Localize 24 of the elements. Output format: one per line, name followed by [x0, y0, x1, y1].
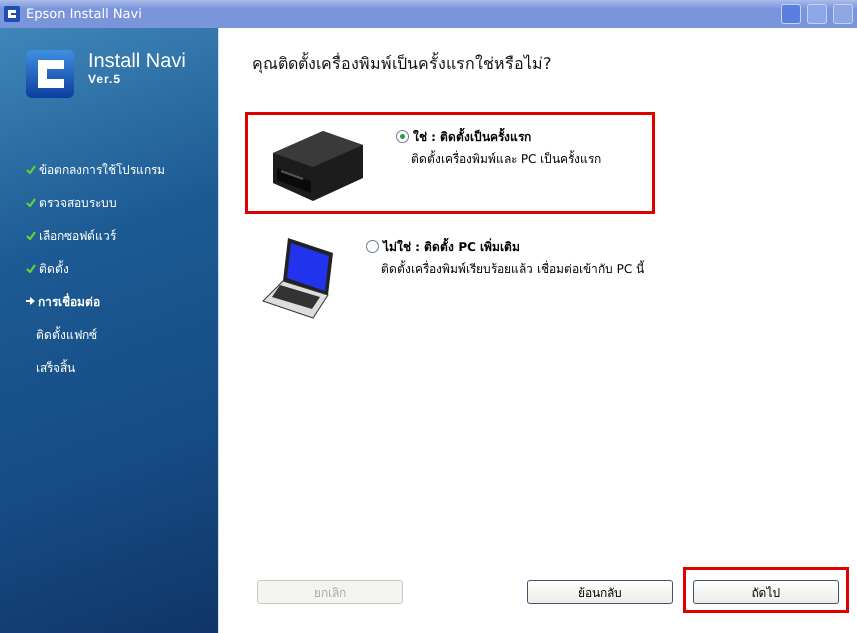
app-name: Install Navi	[88, 50, 186, 72]
dialog-button[interactable]: ย้อนกลับ	[527, 580, 673, 604]
step-label: ติดตั้ง	[39, 259, 69, 278]
step-label: ข้อตกลงการใช้โปรแกรม	[39, 162, 165, 178]
step-label: เลือกซอฟต์แวร์	[39, 228, 116, 244]
option-description: ติดตั้งเครื่องพิมพ์เรียบร้อยแล้ว เชื่อมต่อเข้ากับ PC นี้	[381, 259, 644, 278]
step-label: เสร็จสิ้น	[36, 358, 75, 376]
question-heading: คุณติดตั้งเครื่องพิมพ์เป็นครั้งแรกใช่หรือไม่?	[252, 51, 552, 76]
maximize-button[interactable]	[807, 4, 827, 24]
radio-button[interactable]	[366, 240, 379, 253]
radio-button[interactable]	[396, 130, 409, 143]
app-logo-icon	[26, 50, 74, 98]
option-title[interactable]: ใช่ : ติดตั้งเป็นครั้งแรก	[413, 127, 532, 146]
option-title[interactable]: ไม่ใช่ : ติดตั้ง PC เพิ่มเติม	[383, 237, 520, 256]
dialog-button[interactable]: ถัดไป	[693, 580, 839, 604]
version-label: Ver.5	[88, 72, 122, 86]
option-description: ติดตั้งเครื่องพิมพ์และ PC เป็นครั้งแรก	[411, 149, 602, 168]
step-label: ติดตั้งแฟกซ์	[36, 325, 97, 344]
minimize-button[interactable]	[781, 4, 801, 24]
step-label: ตรวจสอบระบบ	[39, 194, 117, 212]
close-button[interactable]	[833, 4, 853, 24]
step-label: การเชื่อมต่อ	[38, 292, 100, 310]
window-title: Epson Install Navi	[26, 6, 143, 22]
app-logo-icon	[4, 6, 20, 22]
